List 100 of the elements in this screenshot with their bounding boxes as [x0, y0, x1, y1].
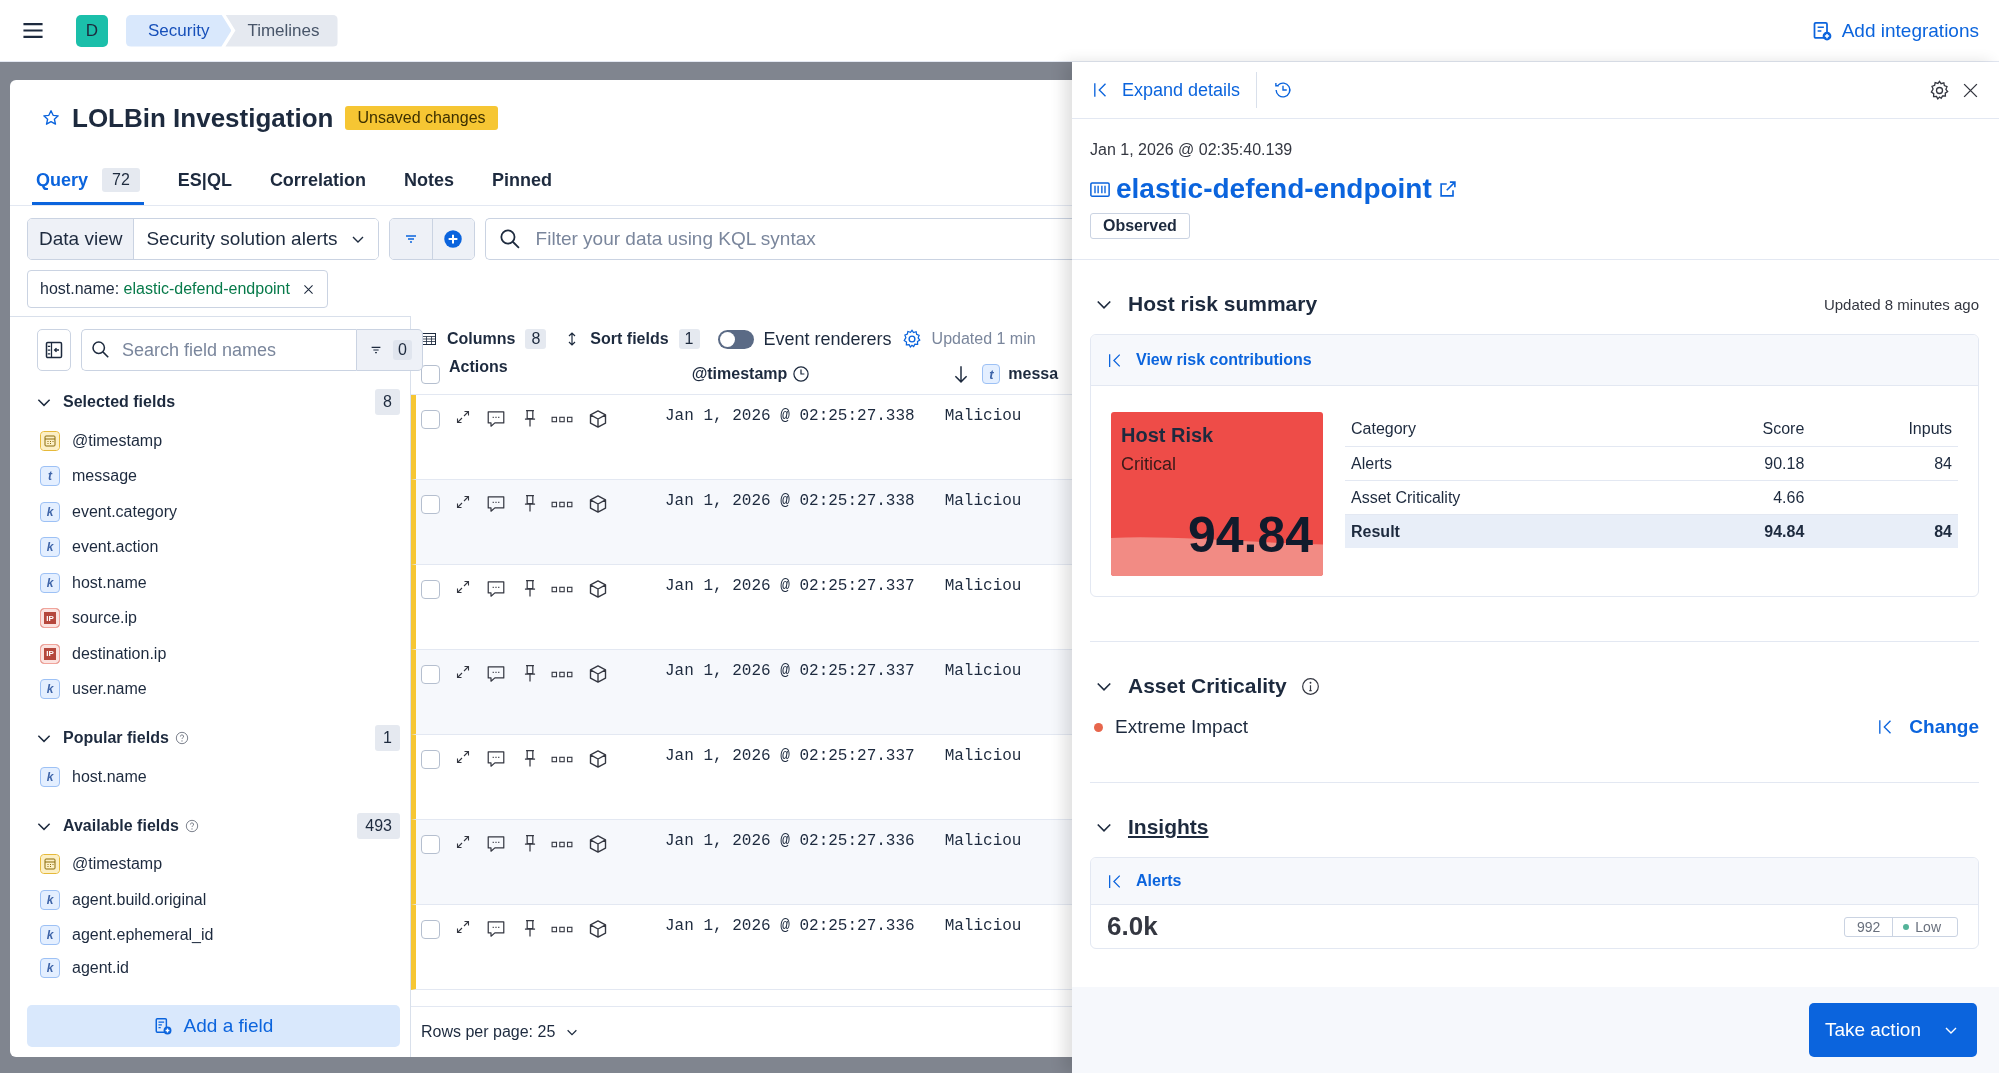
field-item[interactable]: k user.name — [35, 671, 400, 707]
comment-icon[interactable] — [486, 579, 506, 599]
row-checkbox[interactable] — [421, 835, 440, 854]
sort-fields-button[interactable]: Sort fields 1 — [564, 329, 708, 349]
add-filter-button[interactable] — [431, 219, 474, 259]
field-item[interactable]: k event.category — [35, 494, 400, 530]
category-cell: Alerts — [1345, 446, 1668, 481]
expand-icon[interactable] — [455, 579, 471, 595]
field-item[interactable]: t message — [35, 458, 400, 494]
select-all-checkbox[interactable] — [421, 364, 440, 384]
alerts-link[interactable]: Alerts — [1107, 872, 1182, 890]
section-title[interactable]: Asset Criticality — [1128, 674, 1287, 698]
history-icon[interactable] — [1273, 80, 1294, 100]
info-icon[interactable] — [1300, 676, 1320, 696]
comment-icon[interactable] — [486, 834, 506, 854]
cube-icon[interactable] — [588, 834, 608, 854]
cube-icon[interactable] — [588, 494, 608, 514]
criticality-level: Extreme Impact — [1115, 716, 1249, 738]
cube-icon[interactable] — [588, 409, 608, 429]
field-search-field[interactable]: Search field names — [81, 329, 356, 371]
view-risk-contributions-link[interactable]: View risk contributions — [1107, 351, 1312, 369]
expand-icon[interactable] — [455, 664, 471, 680]
field-group-title[interactable]: Popular fields — [63, 729, 169, 747]
menu-icon[interactable] — [22, 22, 44, 39]
tab[interactable]: Pinned — [487, 160, 556, 205]
cube-icon[interactable] — [588, 664, 608, 684]
field-item[interactable]: k agent.build.original — [35, 882, 400, 918]
column-header[interactable]: messa — [1008, 365, 1059, 383]
star-icon[interactable] — [42, 109, 60, 127]
expand-icon[interactable] — [455, 919, 471, 935]
columns-button[interactable]: Columns 8 — [421, 329, 555, 349]
field-filter-button[interactable]: 0 — [356, 329, 423, 371]
column-header[interactable]: @timestamp — [691, 365, 811, 383]
field-item[interactable]: IP destination.ip — [35, 636, 400, 672]
space-avatar[interactable]: D — [76, 14, 108, 47]
expand-icon[interactable] — [455, 834, 471, 850]
expand-icon[interactable] — [455, 749, 471, 765]
expand-icon[interactable] — [455, 494, 471, 510]
cube-icon[interactable] — [588, 749, 608, 769]
row-checkbox[interactable] — [421, 410, 440, 429]
more-icon[interactable] — [551, 415, 573, 424]
query-field[interactable]: Filter your data using KQL syntax — [484, 218, 1072, 260]
take-action-button[interactable]: Take action — [1808, 1003, 1977, 1057]
field-item[interactable]: k agent.id — [35, 953, 400, 983]
close-icon[interactable] — [1962, 81, 1979, 99]
external-link-icon[interactable] — [1437, 179, 1458, 199]
change-link[interactable]: Change — [1877, 716, 1979, 738]
field-item[interactable]: IP source.ip — [35, 600, 400, 636]
category-cell: Result — [1345, 514, 1668, 548]
comment-icon[interactable] — [486, 494, 506, 514]
collapse-sidebar-button[interactable] — [37, 329, 71, 371]
tab[interactable]: ES|QL — [173, 160, 236, 205]
more-icon[interactable] — [551, 585, 573, 594]
host-name-link[interactable]: elastic-defend-endpoint — [1116, 173, 1432, 205]
expand-details-link[interactable]: Expand details — [1092, 79, 1241, 101]
insights-link[interactable]: Insights — [1128, 815, 1209, 839]
more-icon[interactable] — [551, 755, 573, 764]
column-header: Actions — [449, 358, 508, 376]
field-item[interactable]: k host.name — [35, 759, 400, 795]
event-renderers-switch[interactable] — [717, 329, 754, 349]
more-icon[interactable] — [551, 925, 573, 934]
settings-icon[interactable] — [901, 329, 922, 349]
cube-icon[interactable] — [588, 919, 608, 939]
alert-count: 992 — [1844, 917, 1894, 936]
row-checkbox[interactable] — [421, 580, 440, 599]
comment-icon[interactable] — [486, 749, 506, 769]
comment-icon[interactable] — [486, 664, 506, 684]
breadcrumb[interactable]: Timelines — [225, 14, 338, 47]
row-checkbox[interactable] — [421, 665, 440, 684]
help-icon[interactable] — [174, 731, 189, 745]
breadcrumb[interactable]: Security — [126, 14, 232, 47]
row-checkbox[interactable] — [421, 495, 440, 514]
field-item[interactable]: @timestamp — [35, 846, 400, 882]
more-icon[interactable] — [551, 840, 573, 849]
row-checkbox[interactable] — [421, 920, 440, 939]
tab[interactable]: Correlation — [265, 160, 370, 205]
tab[interactable]: Query 72 — [32, 160, 144, 205]
rows-per-page-button[interactable]: Rows per page: 25 — [415, 1022, 586, 1042]
add-integrations-link[interactable]: Add integrations — [1811, 19, 1979, 42]
comment-icon[interactable] — [486, 919, 506, 939]
row-checkbox[interactable] — [421, 750, 440, 769]
field-group-title[interactable]: Selected fields — [63, 393, 176, 411]
help-icon[interactable] — [184, 818, 199, 833]
field-item[interactable]: k host.name — [35, 565, 400, 601]
field-item[interactable]: k event.action — [35, 529, 400, 565]
more-icon[interactable] — [551, 500, 573, 509]
field-group-title[interactable]: Available fields — [63, 816, 179, 835]
add-field-button[interactable]: Add a field — [27, 1005, 400, 1047]
expand-icon[interactable] — [455, 409, 471, 425]
field-item[interactable]: @timestamp — [35, 423, 400, 459]
tab[interactable]: Notes — [399, 160, 458, 205]
more-icon[interactable] — [551, 670, 573, 679]
filter-pill[interactable]: host.name: elastic-defend-endpoint — [27, 270, 328, 308]
close-icon[interactable] — [301, 282, 315, 296]
filter-menu-button[interactable] — [389, 219, 432, 259]
section-title[interactable]: Host risk summary — [1128, 292, 1318, 316]
cube-icon[interactable] — [588, 579, 608, 599]
comment-icon[interactable] — [486, 409, 506, 429]
settings-icon[interactable] — [1929, 79, 1950, 101]
field-item[interactable]: k agent.ephemeral_id — [35, 917, 400, 953]
